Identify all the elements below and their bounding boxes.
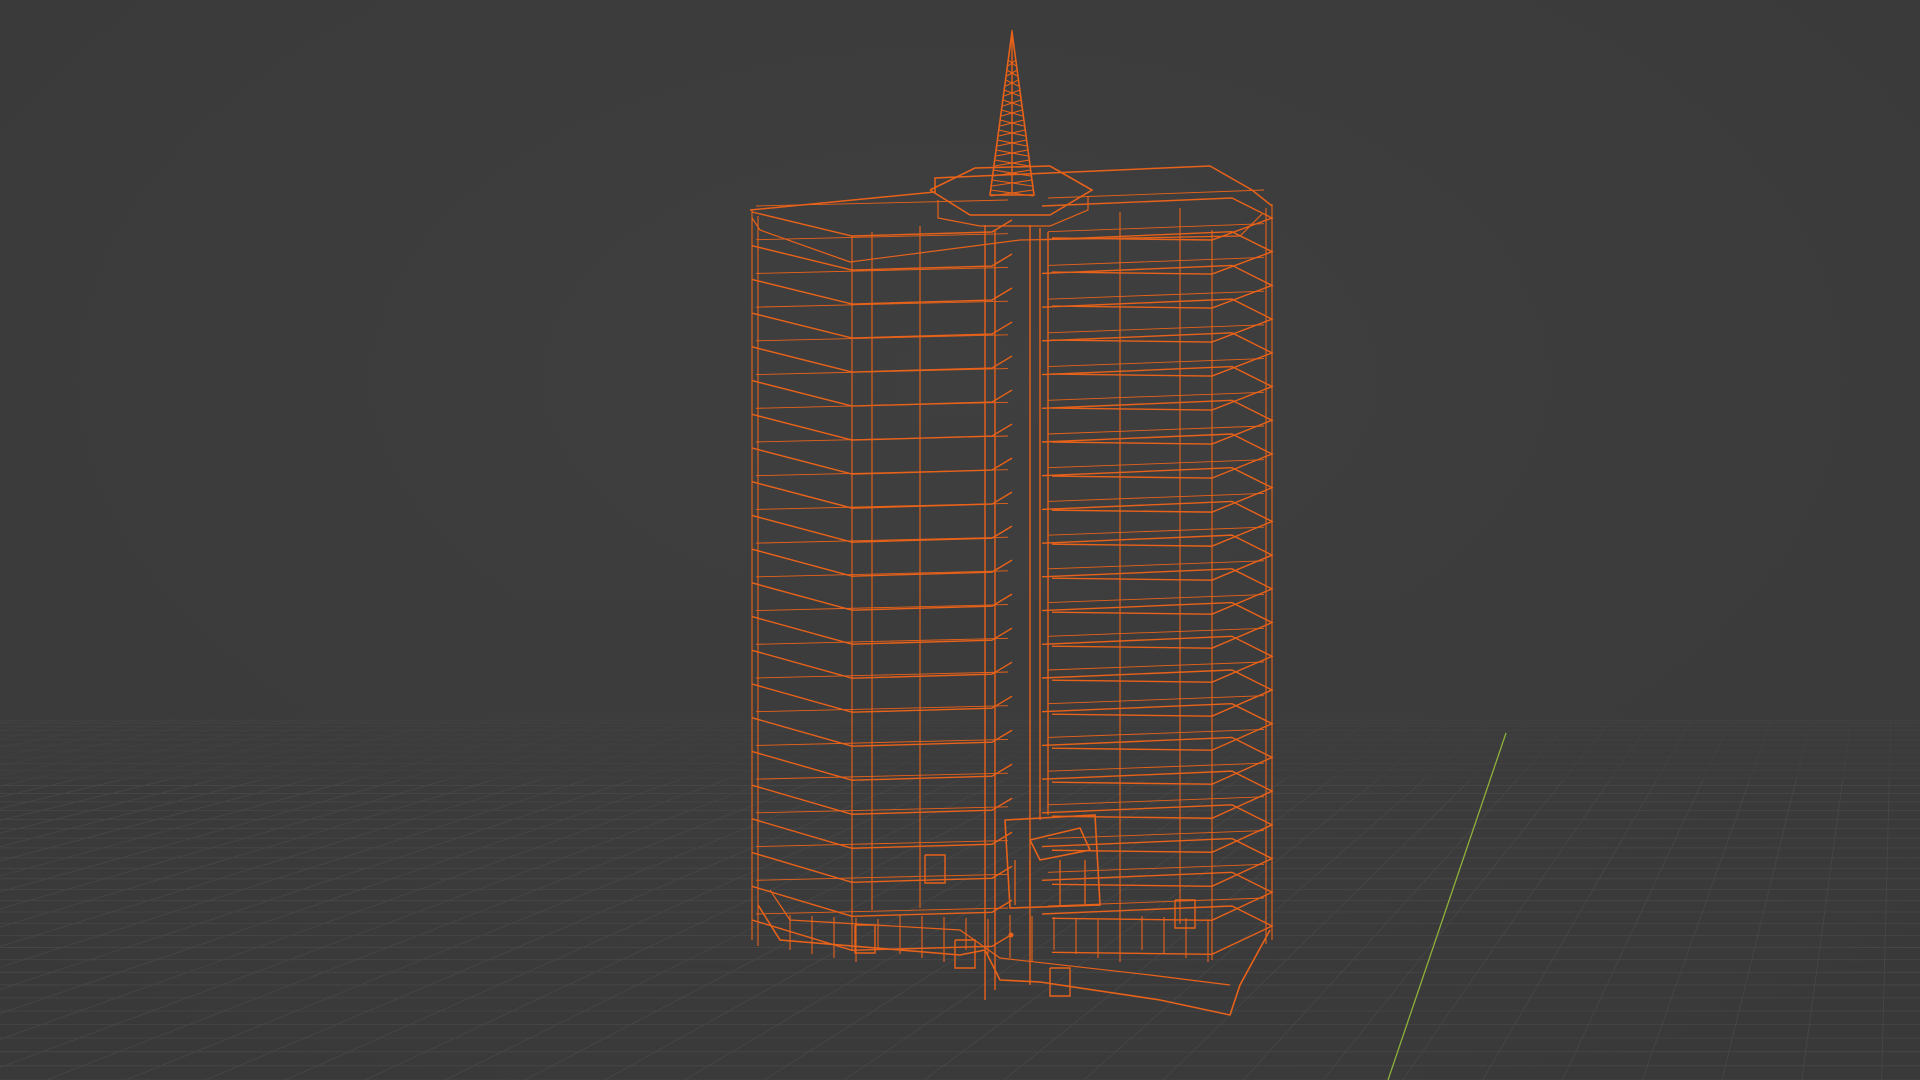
object-origin [1008,932,1014,938]
grid-fade [0,600,1920,780]
viewport-canvas[interactable] [0,0,1920,1080]
3d-viewport[interactable] [0,0,1920,1080]
viewport-background [0,0,1920,1080]
